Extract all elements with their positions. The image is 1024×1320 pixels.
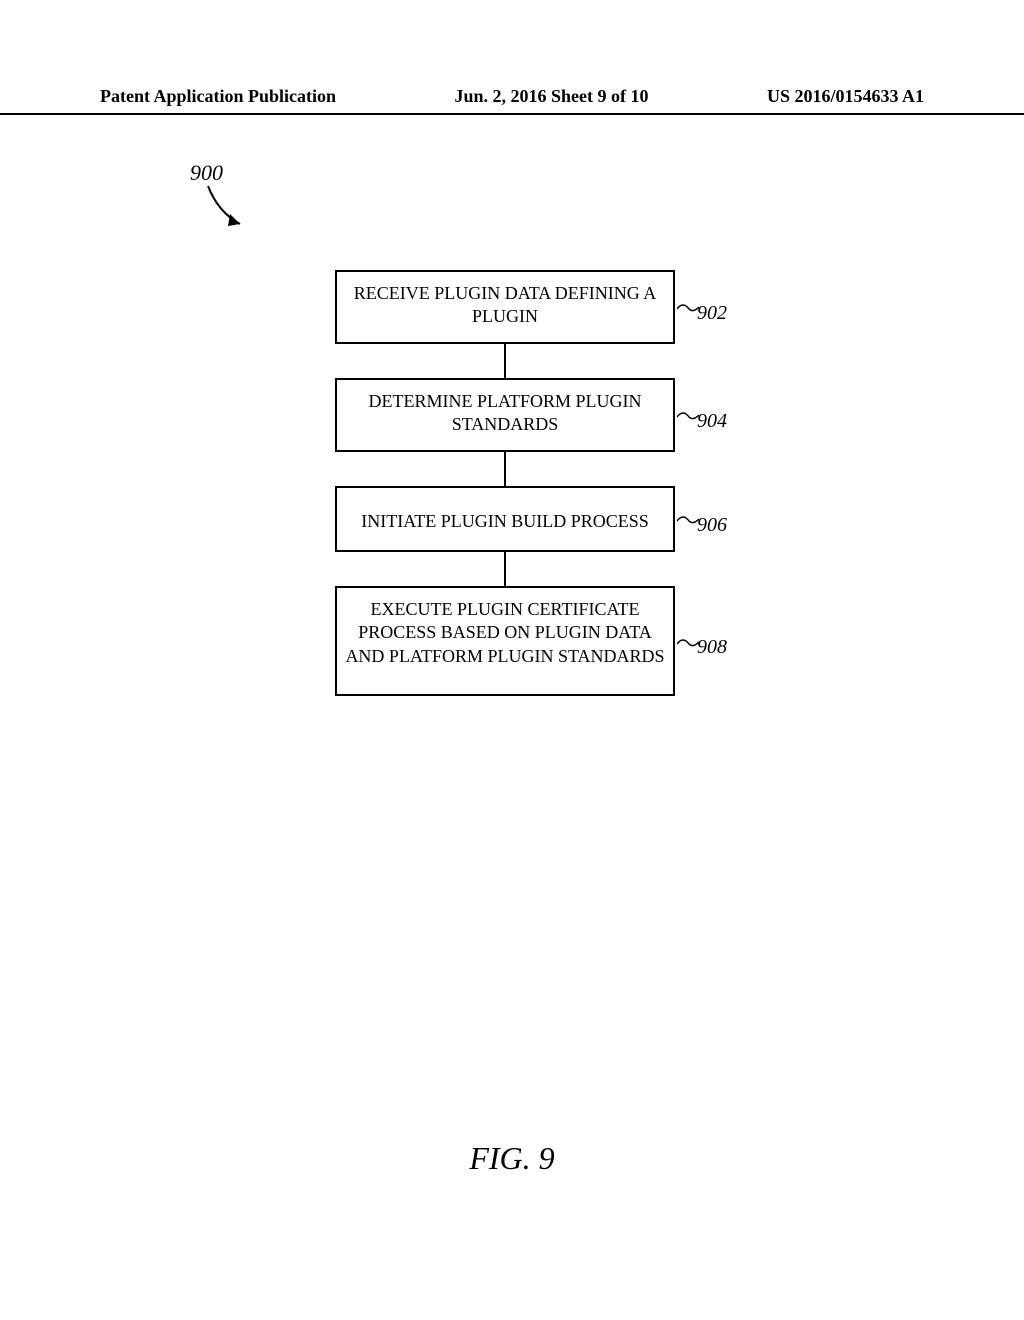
flow-box-receive-plugin-data: RECEIVE PLUGIN DATA DEFINING A PLUGIN 90… — [335, 270, 675, 344]
flow-connector — [504, 452, 506, 486]
flow-box-execute-certificate: EXECUTE PLUGIN CERTIFICATE PROCESS BASED… — [335, 586, 675, 696]
header-right: US 2016/0154633 A1 — [767, 86, 924, 107]
box-label: 902 — [697, 300, 727, 326]
box-text: RECEIVE PLUGIN DATA DEFINING A PLUGIN — [354, 283, 657, 326]
flow-connector — [504, 552, 506, 586]
box-label: 906 — [697, 512, 727, 538]
flowchart: RECEIVE PLUGIN DATA DEFINING A PLUGIN 90… — [330, 270, 680, 696]
flow-box-determine-standards: DETERMINE PLATFORM PLUGIN STANDARDS 904 — [335, 378, 675, 452]
flow-box-initiate-build: INITIATE PLUGIN BUILD PROCESS 906 — [335, 486, 675, 552]
label-connector-icon — [677, 299, 699, 315]
header-left: Patent Application Publication — [100, 86, 336, 107]
label-connector-icon — [677, 634, 699, 650]
box-label: 908 — [697, 634, 727, 660]
label-connector-icon — [677, 511, 699, 527]
label-connector-icon — [677, 407, 699, 423]
box-text: DETERMINE PLATFORM PLUGIN STANDARDS — [368, 391, 641, 434]
flow-connector — [504, 344, 506, 378]
box-text: EXECUTE PLUGIN CERTIFICATE PROCESS BASED… — [345, 599, 664, 666]
page-header: Patent Application Publication Jun. 2, 2… — [0, 86, 1024, 115]
reference-arrow — [200, 182, 260, 247]
box-label: 904 — [697, 408, 727, 434]
figure-caption: FIG. 9 — [0, 1140, 1024, 1177]
box-text: INITIATE PLUGIN BUILD PROCESS — [361, 511, 649, 531]
header-center: Jun. 2, 2016 Sheet 9 of 10 — [454, 86, 648, 107]
